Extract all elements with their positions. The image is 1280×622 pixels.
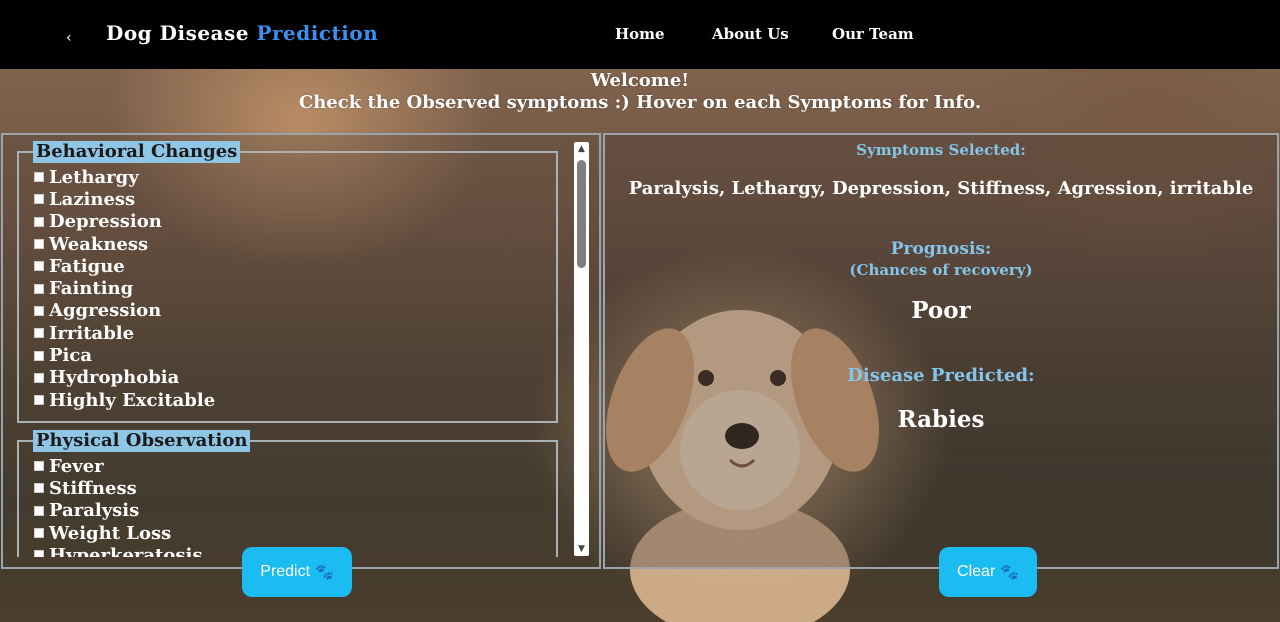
symptom-lethargy[interactable]: Lethargy	[19, 166, 556, 188]
predict-button[interactable]: Predict 🐾	[242, 547, 352, 597]
symptom-hydrophobia[interactable]: Hydrophobia	[19, 367, 556, 389]
symptom-weakness[interactable]: Weakness	[19, 233, 556, 255]
symptom-stiffness[interactable]: Stiffness	[19, 477, 556, 499]
results-panel: Symptoms Selected: Paralysis, Lethargy, …	[603, 133, 1279, 569]
symptom-label: Hyperkeratosis	[49, 544, 203, 557]
checkbox[interactable]	[34, 550, 44, 557]
symptoms-selected-label: Symptoms Selected:	[856, 141, 1026, 159]
checkbox[interactable]	[34, 305, 44, 316]
top-navbar: ‹ Dog Disease Prediction Home About Us O…	[0, 0, 1280, 69]
nav-home[interactable]: Home	[615, 25, 665, 43]
prognosis-subtitle: (Chances of recovery)	[849, 261, 1033, 279]
welcome-line2: Check the Observed symptoms :) Hover on …	[298, 92, 982, 113]
symptom-label: Aggression	[49, 300, 162, 322]
symptom-fatigue[interactable]: Fatigue	[19, 255, 556, 277]
behavioral-changes-group: Behavioral Changes Lethargy Laziness Dep…	[17, 141, 558, 423]
symptom-label: Fever	[49, 455, 104, 477]
symptom-label: Depression	[49, 211, 162, 233]
checkbox[interactable]	[34, 372, 44, 383]
symptom-label: Weight Loss	[49, 522, 172, 544]
symptom-aggression[interactable]: Aggression	[19, 300, 556, 322]
physical-observation-group: Physical Observation Fever Stiffness Par…	[17, 430, 558, 557]
clear-button[interactable]: Clear 🐾	[939, 547, 1037, 597]
symptom-weight-loss[interactable]: Weight Loss	[19, 522, 556, 544]
paw-icon: 🐾	[315, 563, 334, 581]
prognosis-value: Poor	[911, 297, 971, 324]
welcome-message: Welcome! Check the Observed symptoms :) …	[0, 70, 1280, 114]
vertical-scrollbar[interactable]: ▲ ▼	[574, 142, 589, 556]
symptom-label: Stiffness	[49, 477, 137, 499]
checkbox[interactable]	[34, 194, 44, 205]
symptom-label: Hydrophobia	[49, 367, 180, 389]
symptom-label: Pica	[49, 345, 92, 367]
checkbox[interactable]	[34, 239, 44, 250]
checkbox[interactable]	[34, 328, 44, 339]
checkbox[interactable]	[34, 528, 44, 539]
group-title: Behavioral Changes	[33, 141, 241, 163]
predict-button-label: Predict	[260, 563, 311, 580]
symptoms-panel: Behavioral Changes Lethargy Laziness Dep…	[1, 133, 601, 569]
symptom-fainting[interactable]: Fainting	[19, 277, 556, 299]
brand-accent: Prediction	[256, 21, 379, 45]
welcome-line1: Welcome!	[590, 70, 690, 91]
symptom-laziness[interactable]: Laziness	[19, 188, 556, 210]
nav-our-team[interactable]: Our Team	[832, 25, 914, 43]
symptom-pica[interactable]: Pica	[19, 344, 556, 366]
symptom-label: Fainting	[49, 278, 134, 300]
brand-title[interactable]: Dog Disease Prediction	[106, 21, 378, 45]
paw-icon: 🐾	[1000, 563, 1019, 581]
scroll-up-arrow-icon[interactable]: ▲	[574, 142, 589, 156]
back-chevron-icon[interactable]: ‹	[66, 30, 72, 46]
checkbox[interactable]	[34, 261, 44, 272]
symptom-label: Weakness	[49, 233, 149, 255]
clear-button-label: Clear	[957, 563, 996, 580]
symptom-irritable[interactable]: Irritable	[19, 322, 556, 344]
symptom-label: Laziness	[49, 188, 136, 210]
checkbox[interactable]	[34, 350, 44, 361]
checkbox[interactable]	[34, 461, 44, 472]
disease-predicted-value: Rabies	[897, 406, 985, 433]
scroll-down-arrow-icon[interactable]: ▼	[574, 542, 589, 556]
symptom-fever[interactable]: Fever	[19, 455, 556, 477]
symptom-highly-excitable[interactable]: Highly Excitable	[19, 389, 556, 411]
scrollbar-thumb[interactable]	[577, 160, 586, 268]
symptom-paralysis[interactable]: Paralysis	[19, 500, 556, 522]
checkbox[interactable]	[34, 505, 44, 516]
symptom-label: Lethargy	[49, 166, 139, 188]
symptom-label: Irritable	[49, 322, 135, 344]
disease-predicted-label: Disease Predicted:	[847, 365, 1035, 386]
symptom-label: Paralysis	[49, 500, 140, 522]
checkbox[interactable]	[34, 172, 44, 183]
checkbox[interactable]	[34, 483, 44, 494]
symptoms-scroll-area[interactable]: Behavioral Changes Lethargy Laziness Dep…	[3, 135, 573, 557]
brand-main: Dog Disease	[106, 21, 249, 45]
symptom-label: Fatigue	[49, 255, 125, 277]
prognosis-label: Prognosis:	[890, 239, 992, 259]
nav-about-us[interactable]: About Us	[712, 25, 789, 43]
symptom-label: Highly Excitable	[49, 389, 216, 411]
group-title: Physical Observation	[33, 430, 251, 452]
symptoms-selected-value: Paralysis, Lethargy, Depression, Stiffne…	[628, 178, 1254, 199]
checkbox[interactable]	[34, 216, 44, 227]
symptom-depression[interactable]: Depression	[19, 211, 556, 233]
checkbox[interactable]	[34, 395, 44, 406]
checkbox[interactable]	[34, 283, 44, 294]
